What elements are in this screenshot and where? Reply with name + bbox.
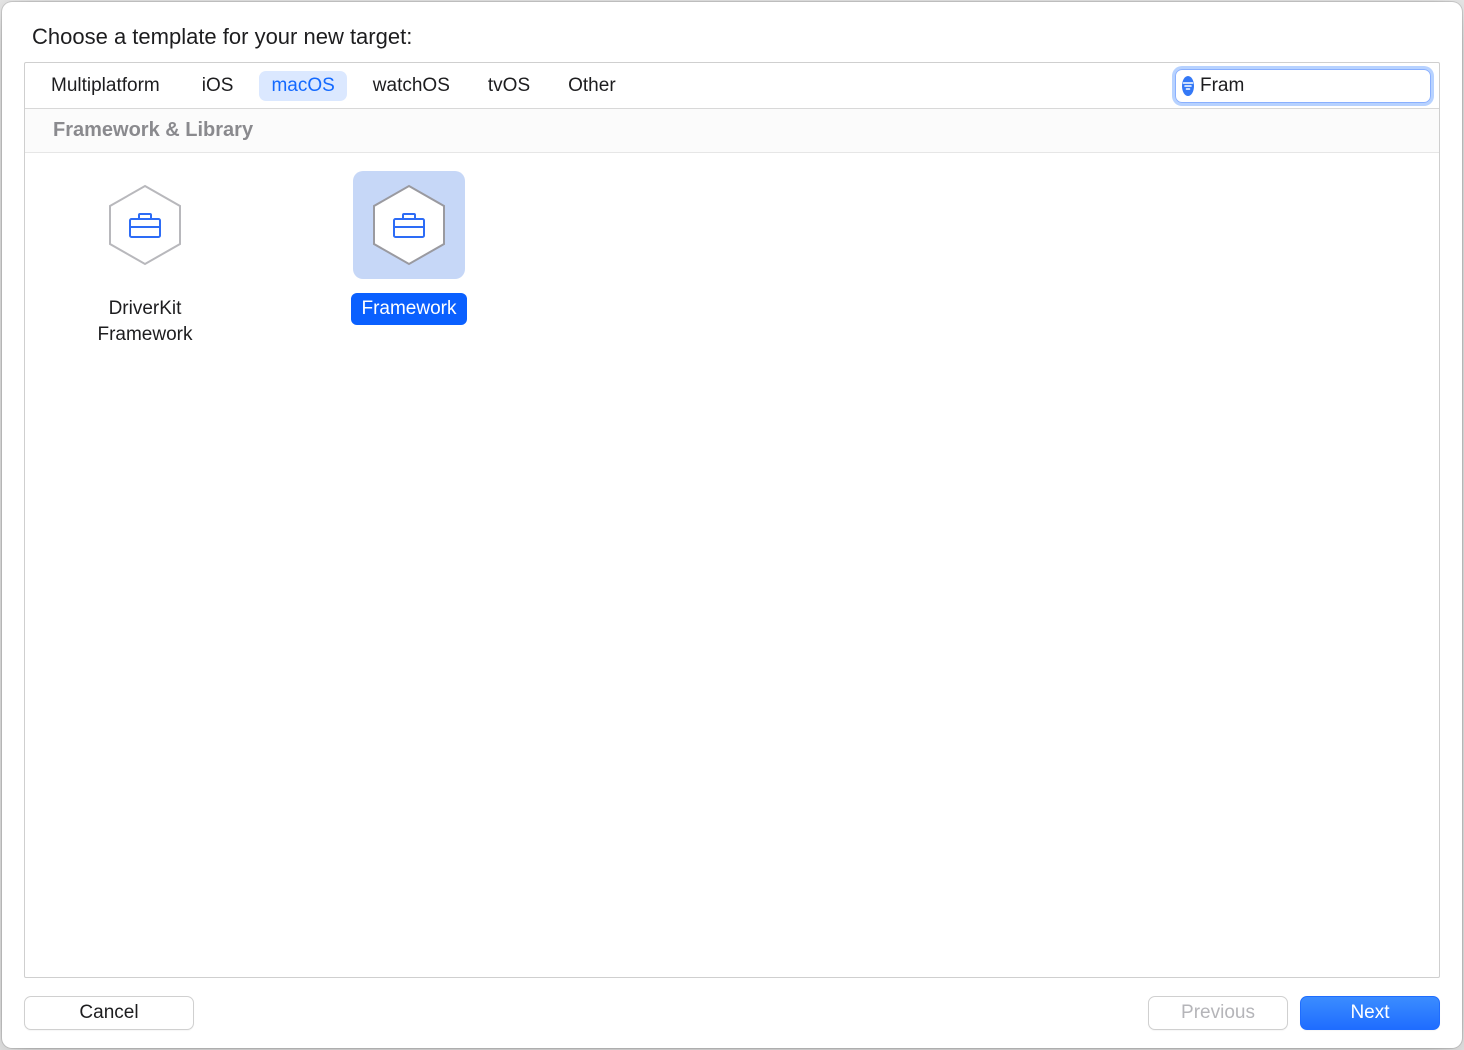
toolbox-icon xyxy=(106,184,184,266)
filter-icon xyxy=(1182,76,1194,96)
main-panel: Multiplatform iOS macOS watchOS tvOS Oth… xyxy=(24,62,1440,978)
tab-ios[interactable]: iOS xyxy=(190,71,246,101)
template-chooser-sheet: Choose a template for your new target: M… xyxy=(2,2,1462,1048)
tab-other[interactable]: Other xyxy=(556,71,628,101)
section-header: Framework & Library xyxy=(25,109,1439,153)
tab-multiplatform[interactable]: Multiplatform xyxy=(39,71,172,101)
template-grid: DriverKit Framework Framework xyxy=(25,153,1439,368)
next-button[interactable]: Next xyxy=(1300,996,1440,1030)
template-framework[interactable]: Framework xyxy=(309,171,509,325)
tab-watchos[interactable]: watchOS xyxy=(361,71,462,101)
toolbox-icon xyxy=(370,184,448,266)
previous-button[interactable]: Previous xyxy=(1148,996,1288,1030)
platform-tabbar: Multiplatform iOS macOS watchOS tvOS Oth… xyxy=(25,63,1439,109)
tab-tvos[interactable]: tvOS xyxy=(476,71,542,101)
template-driverkit-framework[interactable]: DriverKit Framework xyxy=(45,171,245,350)
footer: Cancel Previous Next xyxy=(24,978,1440,1030)
sheet-title: Choose a template for your new target: xyxy=(32,24,1440,50)
template-icon-wrap xyxy=(89,171,201,279)
cancel-button[interactable]: Cancel xyxy=(24,996,194,1030)
template-label: DriverKit Framework xyxy=(87,293,202,350)
template-icon-wrap xyxy=(353,171,465,279)
template-label: Framework xyxy=(351,293,466,325)
search-input[interactable] xyxy=(1200,75,1440,97)
tab-macos[interactable]: macOS xyxy=(259,71,346,101)
search-field[interactable] xyxy=(1175,69,1431,103)
